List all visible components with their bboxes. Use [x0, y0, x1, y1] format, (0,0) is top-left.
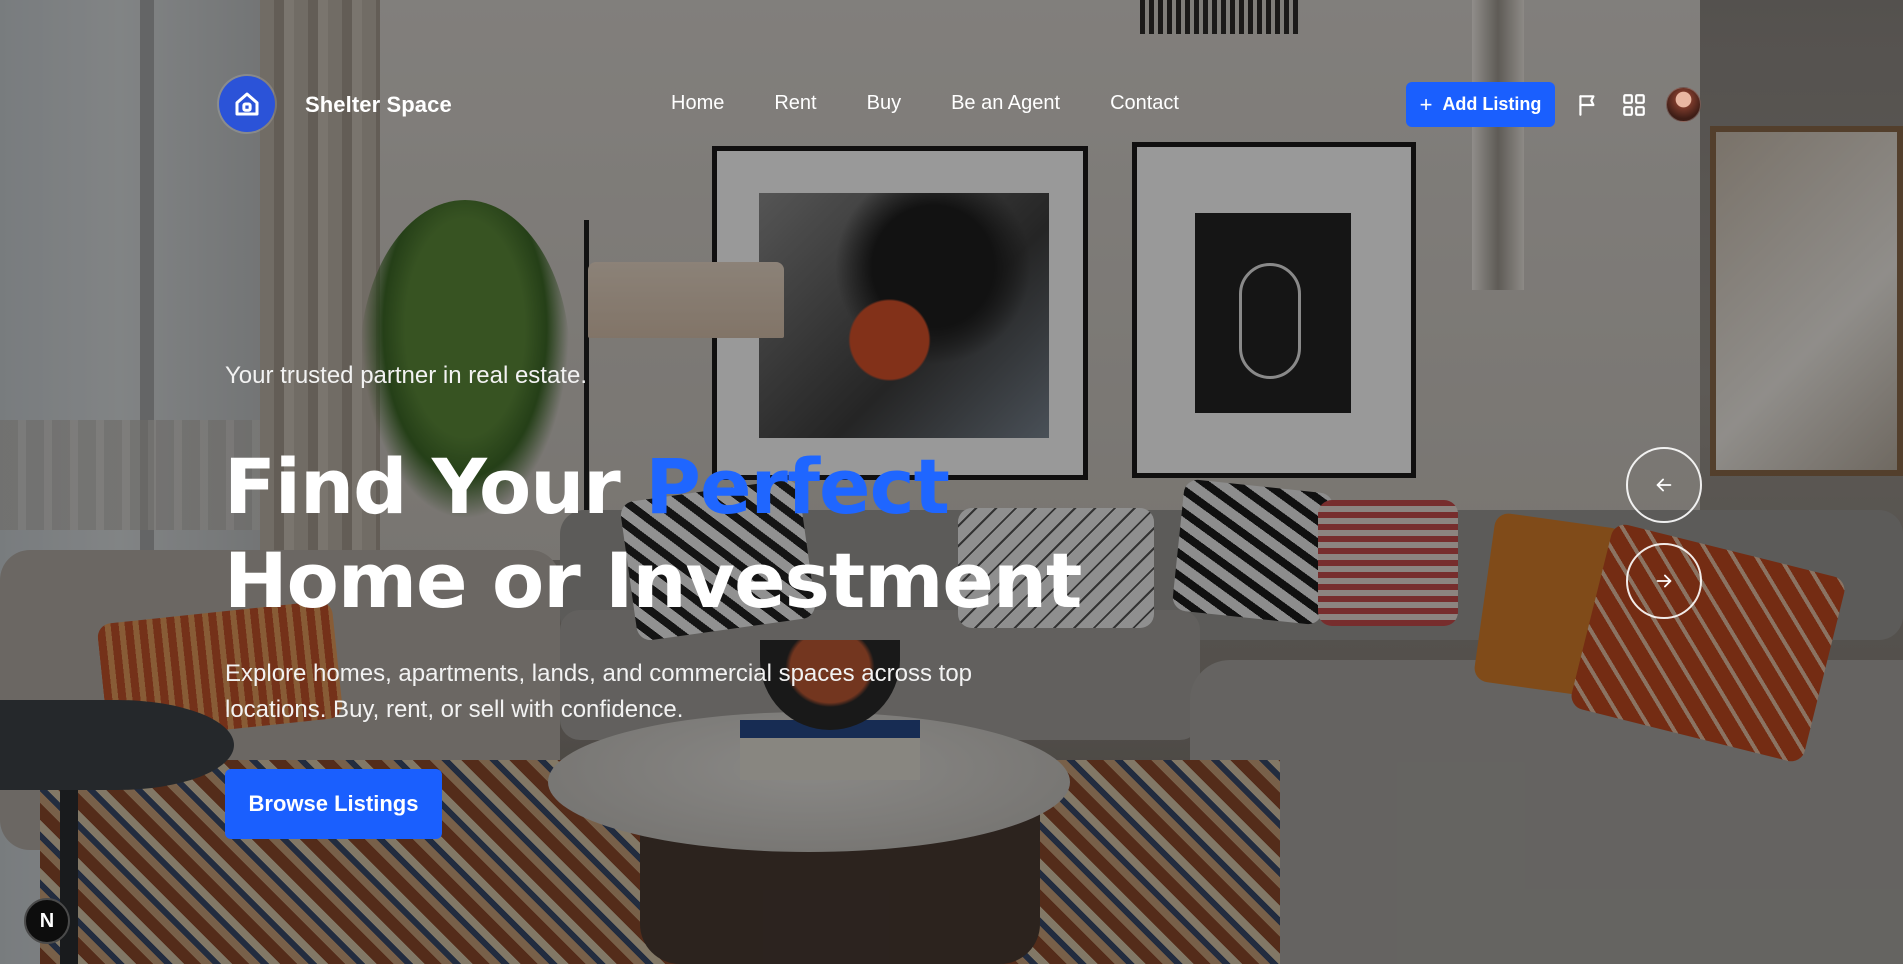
headline-line2: Home or Investment: [224, 536, 1082, 625]
carousel-next-button[interactable]: [1626, 543, 1702, 619]
plus-icon: +: [1419, 91, 1433, 117]
headline-accent: Perfect: [645, 442, 950, 531]
nav-contact[interactable]: Contact: [1110, 92, 1179, 115]
arrow-right-icon: [1656, 574, 1672, 588]
nav-buy[interactable]: Buy: [867, 92, 901, 115]
main-nav: Home Rent Buy Be an Agent Contact: [671, 92, 1179, 115]
nav-home[interactable]: Home: [671, 92, 724, 115]
logo[interactable]: [219, 76, 275, 132]
avatar[interactable]: [1666, 87, 1701, 122]
brand-name[interactable]: Shelter Space: [305, 92, 452, 118]
browse-listings-button[interactable]: Browse Listings: [225, 769, 442, 839]
dev-tools-badge[interactable]: N: [24, 898, 70, 944]
headline-part1: Find Your: [224, 442, 646, 531]
carousel-prev-button[interactable]: [1626, 447, 1702, 523]
flag-icon[interactable]: [1575, 92, 1601, 118]
add-listing-button[interactable]: + Add Listing: [1406, 82, 1555, 127]
hero-headline: Find Your Perfect Home or Investment: [224, 440, 1082, 628]
nav-be-an-agent[interactable]: Be an Agent: [951, 92, 1060, 115]
grid-icon[interactable]: [1621, 92, 1647, 118]
hero-description: Explore homes, apartments, lands, and co…: [225, 660, 973, 723]
home-icon: [235, 92, 259, 116]
nav-rent[interactable]: Rent: [774, 92, 816, 115]
site-header: Shelter Space Home Rent Buy Be an Agent …: [0, 0, 1903, 210]
hero-tagline: Your trusted partner in real estate.: [225, 362, 587, 389]
add-listing-label: Add Listing: [1442, 94, 1542, 114]
arrow-left-icon: [1656, 478, 1672, 492]
